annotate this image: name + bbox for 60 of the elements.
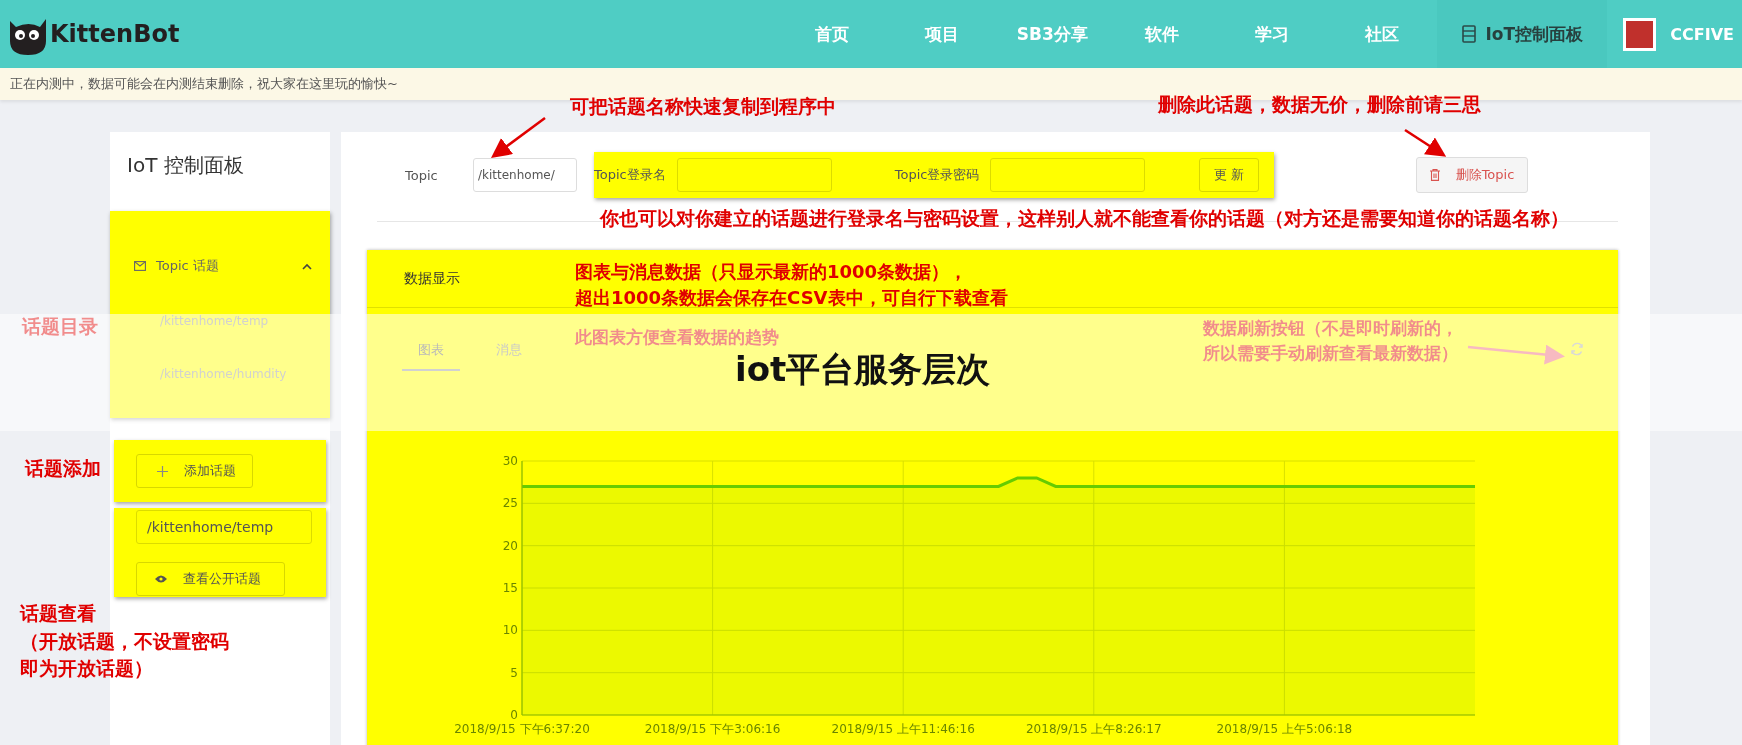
- y-tick-label: 5: [510, 665, 518, 680]
- notice-text: 正在内测中，数据可能会在内测结束删除，祝大家在这里玩的愉快~: [10, 75, 398, 93]
- sidebar-title: IoT 控制面板: [126, 152, 245, 179]
- x-tick-label: 2018/9/15 上午5:06:18: [1216, 722, 1353, 736]
- y-tick-label: 10: [502, 623, 518, 638]
- nav-link[interactable]: SB3分享: [997, 0, 1108, 68]
- view-public-topic-button[interactable]: 查看公开话题: [136, 561, 285, 596]
- login-name-field[interactable]: [676, 158, 832, 192]
- y-tick-label: 15: [502, 581, 518, 595]
- annotation-text: 删除此话题，数据无价，删除前请三思: [1158, 92, 1481, 117]
- mail-icon: [134, 261, 146, 271]
- topic-menu-header[interactable]: Topic 话题: [110, 211, 330, 295]
- password-field[interactable]: [990, 158, 1146, 192]
- nav-link[interactable]: IoT控制面板: [1437, 0, 1608, 68]
- annotation-text: 可把话题名称快速复制到程序中: [570, 94, 836, 119]
- nav-link[interactable]: 学习: [1217, 0, 1328, 68]
- avatar-picture[interactable]: [1623, 17, 1657, 51]
- annotation-text: 话题目录: [22, 314, 98, 339]
- add-topic-button[interactable]: 添加话题: [136, 454, 253, 488]
- logo-text[interactable]: KittenBot: [50, 20, 180, 48]
- login-name-label: Topic登录名: [594, 166, 666, 184]
- tab[interactable]: 消息: [480, 330, 538, 371]
- document-icon: [1461, 25, 1476, 43]
- topic-label: Topic: [405, 167, 439, 183]
- refresh-icon[interactable]: [1570, 341, 1584, 356]
- x-tick-label: 2018/9/15 上午11:46:16: [831, 722, 975, 736]
- annotation-text: 话题查看 （开放话题，不设置密码 即为开放话题）: [20, 601, 229, 682]
- topic-list-item[interactable]: /kittenhome/temp: [110, 295, 330, 348]
- arrow: [491, 117, 546, 158]
- nav-link[interactable]: 社区: [1327, 0, 1438, 68]
- x-tick-label: 2018/9/15 下午6:37:20: [454, 722, 590, 736]
- y-tick-label: 0: [510, 708, 518, 722]
- eye-icon: [155, 574, 167, 583]
- chevron-icon: [302, 262, 312, 270]
- topic-name-field[interactable]: /kittenhome/: [473, 158, 577, 192]
- y-tick-label: 20: [502, 538, 518, 553]
- public-topic-field[interactable]: /kittenhome/temp: [136, 509, 312, 544]
- annotation-text: 话题添加: [25, 456, 101, 481]
- delete-topic-button[interactable]: 删除Topic: [1416, 157, 1528, 193]
- topic-list-item[interactable]: /kittenhome/humdity: [110, 348, 330, 401]
- y-tick-label: 25: [502, 496, 518, 511]
- annotation-text: 图表与消息数据（只显示最新的1000条数据）， 超出1000条数据会保存在CSV表中，可自行下载查看: [575, 260, 1008, 311]
- nav-link[interactable]: 软件: [1107, 0, 1218, 68]
- nav-link[interactable]: 首页: [777, 0, 888, 68]
- user-name[interactable]: CCFIVE: [1670, 24, 1734, 44]
- password-label: Topic登录密码: [894, 166, 980, 184]
- trash-icon: [1429, 169, 1440, 181]
- tab[interactable]: 图表: [402, 330, 460, 371]
- plus-icon: [157, 465, 168, 477]
- overlay-title: iot平台服务层次: [735, 348, 991, 391]
- annotation-text: 你也可以对你建立的话题进行登录名与密码设置，这样别人就不能查看你的话题（对方还是需要知道你的话题名称）: [600, 206, 1569, 231]
- annotation-text: 此图表方便查看数据的趋势: [575, 326, 779, 349]
- card-title: 数据显示: [404, 269, 460, 288]
- x-tick-label: 2018/9/15 下午3:06:16: [644, 722, 781, 736]
- annotation-text: 数据刷新按钮（不是即时刷新的， 所以需要手动刷新查看最新数据）: [1203, 317, 1458, 365]
- update-button[interactable]: 更 新: [1199, 158, 1260, 192]
- arrow: [1404, 128, 1447, 157]
- nav-link[interactable]: 项目: [887, 0, 998, 68]
- x-tick-label: 2018/9/15 上午8:26:17: [1026, 722, 1162, 736]
- y-tick-label: 30: [502, 454, 518, 468]
